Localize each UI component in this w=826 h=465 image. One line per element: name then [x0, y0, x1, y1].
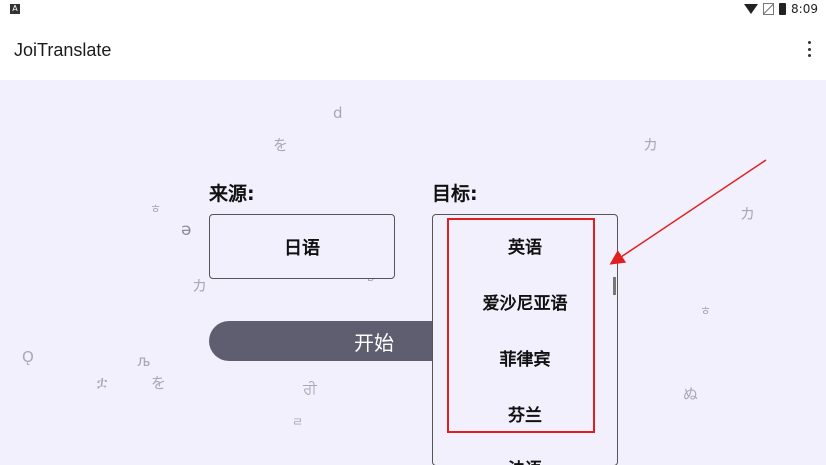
annotation-arrow — [609, 159, 767, 265]
